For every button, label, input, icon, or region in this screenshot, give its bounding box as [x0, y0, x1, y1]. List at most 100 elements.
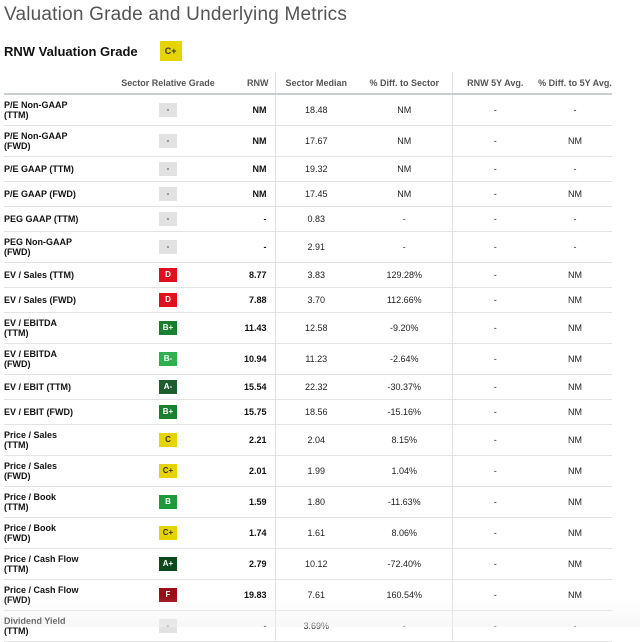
metric-name: P/E GAAP (TTM) [4, 156, 114, 182]
metric-name-line: Price / Sales [4, 430, 58, 440]
diff-to-sector-value: - [357, 610, 452, 642]
rnw-value: 2.21 [222, 424, 275, 456]
sector-grade-cell: - [114, 156, 222, 182]
sector-median-value: 2.04 [274, 424, 357, 456]
sector-median-value: 17.67 [274, 125, 357, 157]
diff-to-sector-value: 129.28% [357, 262, 452, 288]
header-metric [4, 72, 114, 95]
metric-name-line: (TTM) [4, 440, 29, 450]
metric-name-line: EV / Sales (TTM) [4, 270, 75, 280]
metric-name: P/E Non-GAAP (FWD) [4, 125, 114, 157]
diff-to-sector-value: - [357, 231, 452, 263]
table-row: PEG Non-GAAP (FWD) - -2.91- - - [4, 231, 612, 263]
rnw-value: 7.88 [222, 287, 275, 313]
rnw-value: 10.94 [222, 343, 275, 375]
table-header-row: Sector Relative Grade RNW Sector Median … [4, 72, 612, 95]
metric-name: Price / Cash Flow (FWD) [4, 579, 114, 611]
metric-name: EV / Sales (TTM) [4, 262, 114, 288]
rnw-5y-avg-value: - [451, 181, 538, 207]
table-row: P/E Non-GAAP (FWD) - NM 17.67 NM - NM [4, 125, 612, 157]
table-row: EV / EBIT (TTM) A- 15.54 22.32 -30.37% - NM [4, 374, 612, 400]
table-row: EV / EBITDA (TTM) B+ 11.43 12.58 -9.20% - NM [4, 312, 612, 344]
diff-to-5y-avg-value: - [538, 94, 612, 126]
sector-grade-cell: - [114, 610, 222, 642]
metric-name-line: PEG Non-GAAP [4, 237, 73, 247]
diff-to-5y-avg-value: NM [538, 424, 612, 456]
rnw-value: 1.59 [222, 486, 275, 518]
diff-to-5y-avg-value: - [538, 610, 612, 642]
sector-grade-cell: C+ [114, 517, 222, 549]
valuation-grade-label: RNW Valuation Grade [4, 43, 138, 59]
grade-badge: F [159, 588, 177, 602]
rnw-value: NM [222, 94, 275, 126]
diff-to-sector-value: -30.37% [357, 374, 452, 400]
grade-badge: D [159, 268, 177, 282]
rnw-value: NM [222, 125, 275, 157]
diff-to-5y-avg-value: NM [538, 486, 612, 518]
metric-name: Dividend Yield (TTM) [4, 610, 114, 642]
metric-name-line: PEG GAAP (TTM) [4, 214, 79, 224]
grade-badge: - [159, 134, 177, 148]
header-rnw: RNW [222, 72, 275, 95]
diff-to-5y-avg-value: NM [538, 579, 612, 611]
metric-name-line: (TTM) [4, 328, 29, 338]
sector-grade-cell: B [114, 486, 222, 518]
metric-name-line: (FWD) [4, 359, 31, 369]
metric-name-line: (TTM) [4, 110, 29, 120]
diff-to-sector-value: 1.04% [357, 455, 452, 487]
sector-grade-cell: D [114, 262, 222, 288]
sector-median-value: 3.69% [274, 610, 357, 642]
diff-to-5y-avg-value: NM [538, 343, 612, 375]
diff-to-sector-value: 8.15% [357, 424, 452, 456]
sector-median-value: 7.61 [274, 579, 357, 611]
metric-name-line: (FWD) [4, 533, 31, 543]
sector-grade-cell: C [114, 424, 222, 456]
metric-name-line: (FWD) [4, 471, 31, 481]
sector-median-value: 0.83 [274, 206, 357, 232]
table-row: Price / Book (TTM) B 1.59 1.80 -11.63% - NM [4, 486, 612, 518]
metric-name-line: Price / Sales [4, 461, 58, 471]
sector-median-value: 19.32 [274, 156, 357, 182]
rnw-value: 11.43 [222, 312, 275, 344]
table-row: Price / Cash Flow (FWD) F 19.83 7.61 160.54% -… [4, 579, 612, 611]
valuation-grade-summary: RNW Valuation Grade C+ [4, 41, 182, 61]
sector-grade-cell: A- [114, 374, 222, 400]
sector-median-value: 1.80 [274, 486, 357, 518]
metric-name-line: P/E Non-GAAP [4, 131, 68, 141]
rnw-5y-avg-value: - [451, 610, 538, 642]
rnw-value: - [222, 231, 275, 263]
rnw-value: 1.74 [222, 517, 275, 549]
metric-name-line: EV / EBITDA [4, 318, 58, 328]
header-rnw-5y-avg: RNW 5Y Avg. [451, 72, 538, 95]
metric-name: Price / Book (FWD) [4, 517, 114, 549]
diff-to-5y-avg-value: NM [538, 517, 612, 549]
diff-to-sector-value: 160.54% [357, 579, 452, 611]
metric-name: EV / EBIT (FWD) [4, 399, 114, 425]
sector-median-value: 18.48 [274, 94, 357, 126]
rnw-5y-avg-value: - [451, 548, 538, 580]
diff-to-5y-avg-value: - [538, 231, 612, 263]
rnw-5y-avg-value: - [451, 231, 538, 263]
metric-name-line: EV / EBITDA [4, 349, 58, 359]
rnw-5y-avg-value: - [451, 312, 538, 344]
sector-median-value: 1.99 [274, 455, 357, 487]
metric-name: EV / EBITDA (TTM) [4, 312, 114, 344]
grade-badge: B+ [159, 405, 177, 419]
diff-to-5y-avg-value: - [538, 156, 612, 182]
rnw-5y-avg-value: - [451, 579, 538, 611]
table-row: EV / EBITDA (FWD) B- 10.94 11.23 -2.64% - NM [4, 343, 612, 375]
grade-badge: A+ [159, 557, 177, 571]
grade-badge: B- [159, 352, 177, 366]
metric-name-line: (TTM) [4, 564, 29, 574]
metric-name-line: Price / Cash Flow [4, 585, 79, 595]
table-row: Dividend Yield (TTM) - -3.69% - - - [4, 610, 612, 642]
diff-to-5y-avg-value: NM [538, 125, 612, 157]
metric-name-line: Price / Book [4, 492, 57, 502]
sector-grade-cell: - [114, 206, 222, 232]
diff-to-sector-value: NM [357, 181, 452, 207]
table-row: Price / Sales (FWD) C+ 2.01 1.99 1.04% - NM [4, 455, 612, 487]
metric-name: PEG GAAP (TTM) [4, 206, 114, 232]
sector-median-value: 3.83 [274, 262, 357, 288]
table-row: Price / Cash Flow (TTM) A+ 2.79 10.12 -72.40%… [4, 548, 612, 580]
grade-badge: C+ [159, 526, 177, 540]
